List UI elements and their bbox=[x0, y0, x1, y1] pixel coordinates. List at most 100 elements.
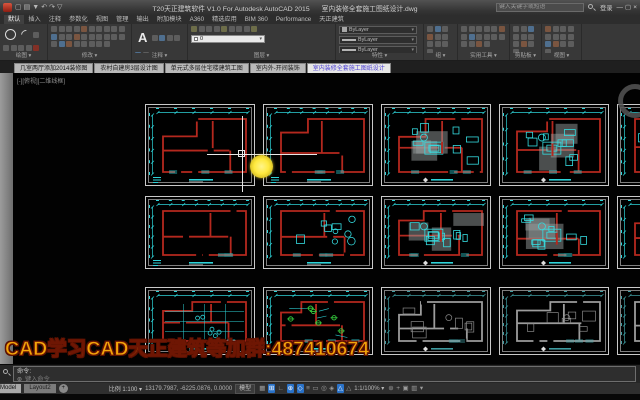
plan-frame[interactable] bbox=[499, 287, 609, 355]
tool-icon[interactable] bbox=[499, 34, 505, 40]
redo-icon[interactable]: ↷ bbox=[49, 3, 55, 12]
tool-icon[interactable] bbox=[74, 41, 80, 47]
layer-tool-icon[interactable] bbox=[221, 26, 227, 32]
tool-icon[interactable] bbox=[119, 26, 125, 32]
draw-tool-icon[interactable] bbox=[33, 45, 39, 51]
transparency-icon[interactable]: ▭ bbox=[312, 384, 318, 393]
tool-icon[interactable] bbox=[66, 26, 72, 32]
tool-icon[interactable] bbox=[59, 34, 65, 40]
annotation-tool-icon[interactable] bbox=[174, 35, 180, 41]
tool-icon[interactable] bbox=[442, 41, 448, 47]
tool-icon[interactable] bbox=[560, 34, 566, 40]
draw-tool-icon[interactable] bbox=[11, 45, 17, 51]
tool-icon[interactable] bbox=[528, 34, 534, 40]
floor-plan-canvas[interactable] bbox=[148, 107, 254, 185]
scale-control[interactable]: 比例 1:100 ▾ bbox=[109, 384, 142, 393]
layer-tool-icon[interactable] bbox=[199, 26, 205, 32]
tool-icon[interactable] bbox=[96, 26, 102, 32]
tool-icon[interactable] bbox=[545, 34, 551, 40]
tool-icon[interactable] bbox=[521, 41, 527, 47]
panel-label[interactable]: 修改 ▾ bbox=[48, 52, 131, 60]
plan-frame[interactable] bbox=[617, 287, 640, 355]
tool-icon[interactable] bbox=[476, 41, 482, 47]
annotation-tool-icon[interactable] bbox=[167, 35, 173, 41]
ribbon-tab-9[interactable]: A360 bbox=[186, 15, 208, 24]
tool-icon[interactable] bbox=[476, 26, 482, 32]
tool-icon[interactable] bbox=[111, 34, 117, 40]
tool-icon[interactable] bbox=[521, 26, 527, 32]
tool-icon[interactable] bbox=[111, 26, 117, 32]
panel-label[interactable]: 特性 ▾ bbox=[336, 52, 423, 60]
tool-icon[interactable] bbox=[59, 26, 65, 32]
tool-icon[interactable] bbox=[461, 41, 467, 47]
tool-icon[interactable] bbox=[89, 26, 95, 32]
panel-label[interactable]: 剪贴板 ▾ bbox=[510, 52, 541, 60]
save-icon[interactable]: ▼ bbox=[32, 3, 39, 12]
tool-icon[interactable] bbox=[51, 41, 57, 47]
command-search-icon[interactable] bbox=[3, 369, 11, 377]
tool-icon[interactable] bbox=[461, 34, 467, 40]
undo-icon[interactable]: ↶ bbox=[41, 3, 47, 12]
tool-icon[interactable] bbox=[499, 26, 505, 32]
close-button[interactable]: × bbox=[633, 3, 637, 12]
annotation-tool-icon[interactable] bbox=[159, 35, 165, 41]
plan-frame[interactable] bbox=[145, 104, 255, 186]
tool-icon[interactable] bbox=[476, 34, 482, 40]
floor-plan-canvas[interactable] bbox=[620, 107, 640, 185]
floor-plan-canvas[interactable] bbox=[384, 290, 490, 354]
panel-label[interactable]: 图层 ▾ bbox=[188, 52, 335, 60]
tool-icon[interactable] bbox=[104, 41, 110, 47]
circle-tool-icon[interactable] bbox=[5, 29, 16, 40]
color-dropdown[interactable]: ByLayer▾ bbox=[339, 26, 417, 34]
linetype-dropdown[interactable]: ByLayer▾ bbox=[339, 36, 417, 44]
layout-tab-layout2[interactable]: Layout2 bbox=[24, 384, 55, 393]
plot-icon[interactable]: ▽ bbox=[57, 3, 62, 12]
ribbon-tab-7[interactable]: 输出 bbox=[132, 15, 152, 24]
tool-icon[interactable] bbox=[491, 34, 497, 40]
ribbon-tab-2[interactable]: 插入 bbox=[24, 15, 44, 24]
new-icon[interactable]: ▢ bbox=[15, 3, 22, 12]
floor-plan-canvas[interactable] bbox=[266, 107, 372, 185]
ribbon-tab-12[interactable]: Performance bbox=[272, 15, 315, 24]
maximize-button[interactable]: ▢ bbox=[625, 3, 631, 12]
annotation-tool-icon[interactable] bbox=[152, 35, 158, 41]
help-search-input[interactable]: 键入关键字或短语 bbox=[496, 3, 584, 12]
panel-label[interactable]: 实用工具 ▾ bbox=[458, 52, 509, 60]
tool-icon[interactable] bbox=[484, 34, 490, 40]
layer-tool-icon[interactable] bbox=[251, 26, 257, 32]
file-tab-4[interactable]: 室内外-开间装饰 bbox=[250, 63, 306, 73]
new-layout-button[interactable]: + bbox=[59, 384, 68, 393]
search-icon[interactable] bbox=[588, 4, 596, 12]
layer-tool-icon[interactable] bbox=[244, 26, 250, 32]
layer-tool-icon[interactable] bbox=[229, 26, 235, 32]
lineweight-icon[interactable]: ≡ bbox=[306, 384, 310, 393]
ortho-icon[interactable]: ∟ bbox=[278, 384, 284, 393]
model-space-button[interactable]: 模型 bbox=[235, 384, 255, 394]
tool-icon[interactable] bbox=[528, 41, 534, 47]
minimize-button[interactable]: — bbox=[617, 3, 624, 12]
tool-icon[interactable] bbox=[568, 26, 574, 32]
panel-label[interactable]: 组 ▾ bbox=[424, 52, 457, 60]
tool-icon[interactable] bbox=[442, 26, 448, 32]
draw-tool-icon[interactable] bbox=[18, 45, 24, 51]
tool-icon[interactable] bbox=[545, 26, 551, 32]
floor-plan-canvas[interactable] bbox=[266, 199, 372, 268]
tool-icon[interactable] bbox=[104, 26, 110, 32]
tool-icon[interactable] bbox=[427, 34, 433, 40]
viewport-controls-label[interactable]: [-][俯视][二维线框] bbox=[17, 76, 65, 85]
layer-tool-icon[interactable] bbox=[214, 26, 220, 32]
ribbon-tab-6[interactable]: 管理 bbox=[112, 15, 132, 24]
tool-icon[interactable] bbox=[74, 26, 80, 32]
tool-icon[interactable] bbox=[513, 26, 519, 32]
layer-tool-icon[interactable] bbox=[206, 26, 212, 32]
tool-icon[interactable] bbox=[513, 34, 519, 40]
tool-icon[interactable] bbox=[553, 26, 559, 32]
polar-icon[interactable]: ⊕ bbox=[287, 384, 294, 393]
draw-tool-icon[interactable] bbox=[3, 45, 9, 51]
ribbon-tab-10[interactable]: 精选应用 bbox=[208, 15, 241, 24]
file-tab-5[interactable]: 室内装修全套施工图纸设计 bbox=[307, 63, 391, 73]
tool-icon[interactable] bbox=[51, 34, 57, 40]
tool-icon[interactable] bbox=[568, 41, 574, 47]
tool-icon[interactable] bbox=[469, 34, 475, 40]
tool-icon[interactable] bbox=[469, 26, 475, 32]
